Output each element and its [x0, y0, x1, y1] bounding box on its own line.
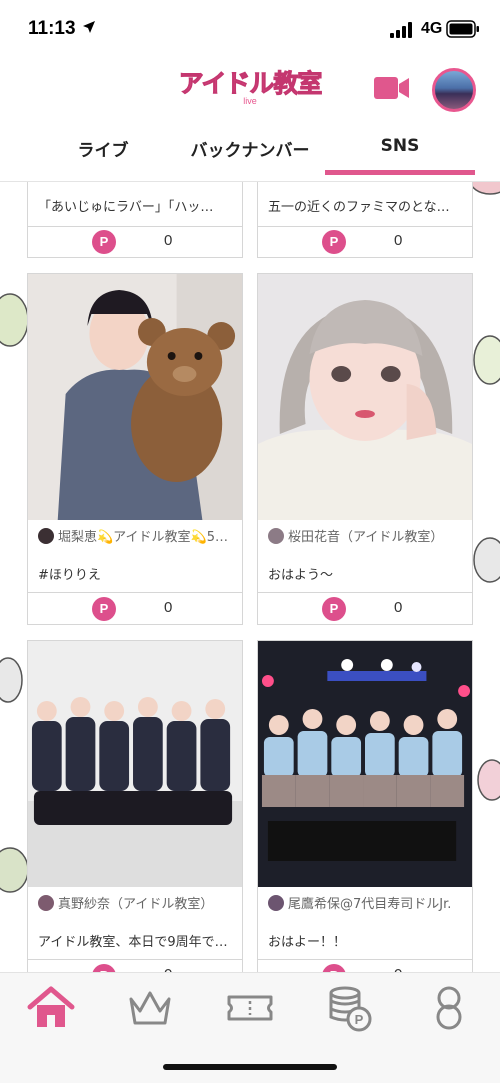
tab-live[interactable]: ライブ	[70, 136, 136, 166]
post-text: おはよう〜	[268, 568, 334, 583]
points-row: P 0	[28, 226, 242, 258]
logo-text: アイドル教室	[178, 69, 323, 99]
post-photo	[28, 274, 242, 520]
post-username: 尾鷹希保@7代目寿司ドルJr.	[288, 897, 452, 912]
post-text: #ほりりえ	[38, 568, 101, 583]
ticket-icon[interactable]	[225, 983, 275, 1033]
points-count: 0	[394, 599, 403, 616]
tab-back-number[interactable]: バックナンバー	[180, 136, 320, 166]
points-badge-icon: P	[322, 230, 346, 254]
location-arrow-icon	[83, 21, 95, 33]
post-text: 「あいじゅにラバー」「ハッ…	[38, 200, 214, 215]
post-username: 堀梨恵💫アイドル教室💫5…	[58, 530, 228, 545]
post-user[interactable]: 堀梨恵💫アイドル教室💫5…	[38, 526, 236, 548]
user-avatar-icon	[38, 895, 54, 911]
status-bar: 11:13 4G	[0, 0, 500, 58]
post-text: おはよー！！	[268, 935, 347, 950]
post-user[interactable]: 尾鷹希保@7代目寿司ドルJr.	[268, 893, 466, 915]
tab-bar: ライブ バックナンバー SNS	[0, 120, 500, 182]
post-photo	[28, 641, 242, 887]
network-type: 4G	[421, 20, 443, 37]
video-camera-icon[interactable]	[374, 74, 410, 102]
points-row: P 0	[258, 592, 472, 626]
user-icon[interactable]	[424, 983, 474, 1033]
post-card[interactable]: 尾鷹希保@7代目寿司ドルJr. おはよー！！ P 0	[257, 640, 473, 988]
points-count: 0	[164, 599, 173, 616]
home-icon[interactable]	[26, 983, 76, 1033]
app-logo[interactable]: アイドル教室 live	[160, 64, 340, 114]
post-card[interactable]: 「あいじゅにラバー」「ハッ… P 0	[27, 182, 243, 258]
post-text: 五一の近くのファミマのとな…	[268, 200, 450, 215]
user-avatar-icon	[38, 528, 54, 544]
coins-icon[interactable]: P	[325, 983, 375, 1033]
crown-icon[interactable]	[125, 983, 175, 1033]
points-badge-icon: P	[322, 597, 346, 621]
home-indicator	[163, 1064, 337, 1070]
points-count: 0	[164, 232, 173, 249]
profile-avatar[interactable]	[432, 68, 476, 112]
post-text: アイドル教室、本日で9周年で…	[38, 935, 228, 950]
post-username: 桜田花音（アイドル教室）	[288, 530, 444, 545]
post-card[interactable]: 桜田花音（アイドル教室） おはよう〜 P 0	[257, 273, 473, 625]
user-avatar-icon	[268, 895, 284, 911]
post-card[interactable]: 五一の近くのファミマのとな… P 0	[257, 182, 473, 258]
status-time: 11:13	[28, 18, 76, 39]
post-username: 真野紗奈（アイドル教室）	[58, 897, 214, 912]
post-photo	[258, 274, 472, 520]
tab-sns[interactable]: SNS	[325, 136, 475, 166]
points-count: 0	[394, 232, 403, 249]
svg-text:P: P	[355, 1012, 364, 1027]
post-user[interactable]: 真野紗奈（アイドル教室）	[38, 893, 236, 915]
post-photo	[258, 641, 472, 887]
points-row: P 0	[28, 592, 242, 626]
post-user[interactable]: 桜田花音（アイドル教室）	[268, 526, 466, 548]
active-tab-indicator	[325, 170, 475, 175]
logo-subtext: live	[243, 96, 257, 106]
post-card[interactable]: 真野紗奈（アイドル教室） アイドル教室、本日で9周年で… P 0	[27, 640, 243, 988]
post-card[interactable]: 堀梨恵💫アイドル教室💫5… #ほりりえ P 0	[27, 273, 243, 625]
points-row: P 0	[258, 226, 472, 258]
app-header: アイドル教室 live	[0, 58, 500, 120]
points-badge-icon: P	[92, 597, 116, 621]
battery-icon	[446, 20, 479, 38]
user-avatar-icon	[268, 528, 284, 544]
points-badge-icon: P	[92, 230, 116, 254]
signal-icon	[390, 22, 412, 38]
